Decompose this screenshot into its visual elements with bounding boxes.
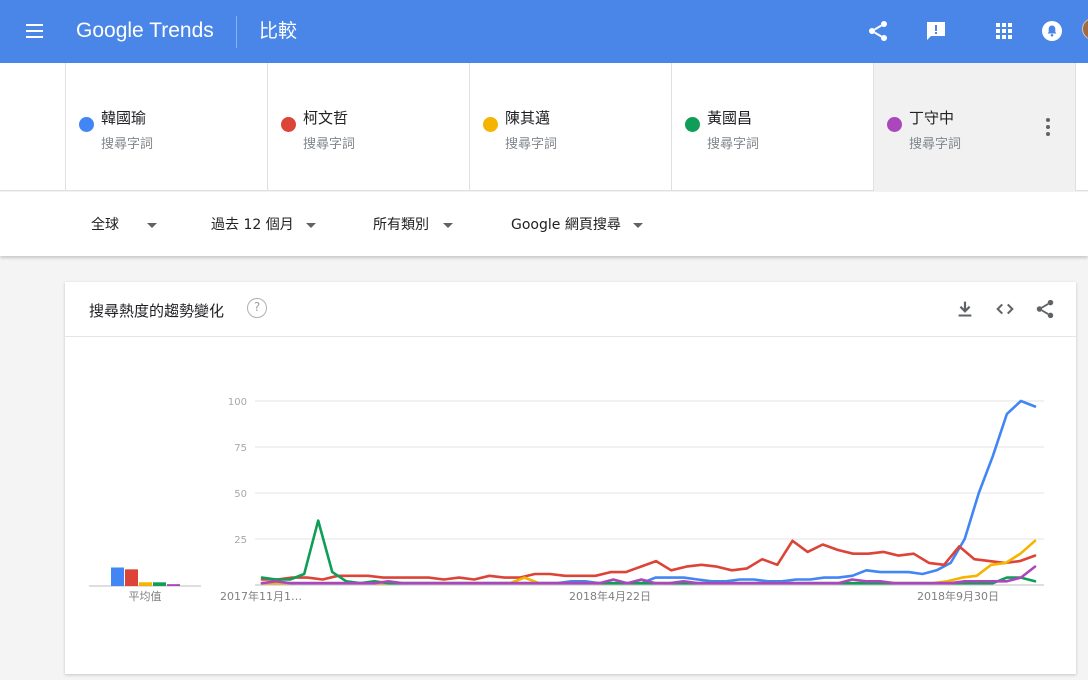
term-name: 黃國昌 xyxy=(707,109,753,127)
term-type: 搜尋字詞 xyxy=(909,137,962,152)
share-icon[interactable] xyxy=(866,19,890,43)
average-bar-4 xyxy=(153,582,166,586)
x-tick-label: 2018年4月22日 xyxy=(569,589,651,603)
chevron-down-icon xyxy=(147,222,157,228)
term-card-2[interactable]: 柯文哲 搜尋字詞 xyxy=(267,63,469,191)
time-filter[interactable]: 過去 12 個月 xyxy=(211,214,316,234)
y-tick-label: 75 xyxy=(234,443,247,454)
term-card-5[interactable]: 丁守中 搜尋字詞 xyxy=(873,63,1075,191)
logo-trends-text: Trends xyxy=(149,19,214,42)
top-app-bar: Google Trends 比較 xyxy=(0,0,1088,63)
term-color-dot xyxy=(483,117,498,132)
terms-row-edge xyxy=(1075,63,1076,191)
category-filter[interactable]: 所有類別 xyxy=(373,214,453,234)
more-vert-icon[interactable] xyxy=(1046,118,1052,136)
search-type-filter-label: Google 網頁搜尋 xyxy=(511,217,621,233)
term-type: 搜尋字詞 xyxy=(303,137,356,152)
category-filter-label: 所有類別 xyxy=(373,217,429,233)
term-card-1[interactable]: 韓國瑜 搜尋字詞 xyxy=(65,63,267,191)
chevron-down-icon xyxy=(305,222,316,228)
term-name: 陳其邁 xyxy=(505,109,551,127)
page-title: 比較 xyxy=(259,20,298,42)
term-type: 搜尋字詞 xyxy=(505,137,558,152)
interest-over-time-card: 搜尋熱度的趨勢變化 ? 100 75 50 25 2017年11月1… 2018年4月22… xyxy=(65,282,1076,674)
chevron-down-icon xyxy=(443,222,453,228)
term-color-dot xyxy=(887,117,902,132)
trend-chart: 100 75 50 25 2017年11月1… 2018年4月22日 2018年9月30日 平… xyxy=(89,397,1044,603)
term-color-dot xyxy=(685,117,700,132)
y-tick-label: 25 xyxy=(234,535,247,546)
term-color-dot xyxy=(281,117,296,132)
average-bar-5 xyxy=(167,584,180,586)
average-bar-3 xyxy=(139,582,152,586)
filter-bar: 全球 過去 12 個月 所有類別 Google 網頁搜尋 xyxy=(0,192,1088,256)
y-tick-label: 100 xyxy=(228,397,247,408)
term-name: 柯文哲 xyxy=(303,109,349,127)
term-type: 搜尋字詞 xyxy=(101,137,154,152)
logo-google-text: Google xyxy=(76,19,144,42)
term-name: 韓國瑜 xyxy=(101,109,147,127)
notifications-icon[interactable] xyxy=(1040,19,1064,43)
google-trends-logo[interactable]: Google Trends xyxy=(76,16,214,46)
x-tick-label: 2018年9月30日 xyxy=(917,589,999,603)
chevron-down-icon xyxy=(632,222,643,228)
average-label: 平均值 xyxy=(129,590,162,603)
time-filter-label: 過去 12 個月 xyxy=(211,217,294,233)
avatar[interactable] xyxy=(1082,18,1088,40)
search-terms-row: 韓國瑜 搜尋字詞 柯文哲 搜尋字詞 陳其邁 搜尋字詞 黃國昌 搜尋字詞 丁守中 … xyxy=(0,63,1088,191)
average-bar-2 xyxy=(125,569,138,586)
term-card-3[interactable]: 陳其邁 搜尋字詞 xyxy=(469,63,671,191)
average-bar-1 xyxy=(111,567,124,586)
term-card-4[interactable]: 黃國昌 搜尋字詞 xyxy=(671,63,873,191)
term-name: 丁守中 xyxy=(909,109,955,127)
y-tick-label: 50 xyxy=(234,489,247,500)
menu-icon[interactable] xyxy=(24,22,46,40)
header-divider xyxy=(236,16,237,48)
region-filter[interactable]: 全球 xyxy=(91,214,157,234)
apps-icon[interactable] xyxy=(992,19,1016,43)
x-tick-label: 2017年11月1… xyxy=(220,589,302,603)
term-type: 搜尋字詞 xyxy=(707,137,760,152)
search-type-filter[interactable]: Google 網頁搜尋 xyxy=(511,214,643,234)
region-filter-label: 全球 xyxy=(91,217,119,233)
feedback-icon[interactable] xyxy=(924,19,948,43)
term-color-dot xyxy=(79,117,94,132)
